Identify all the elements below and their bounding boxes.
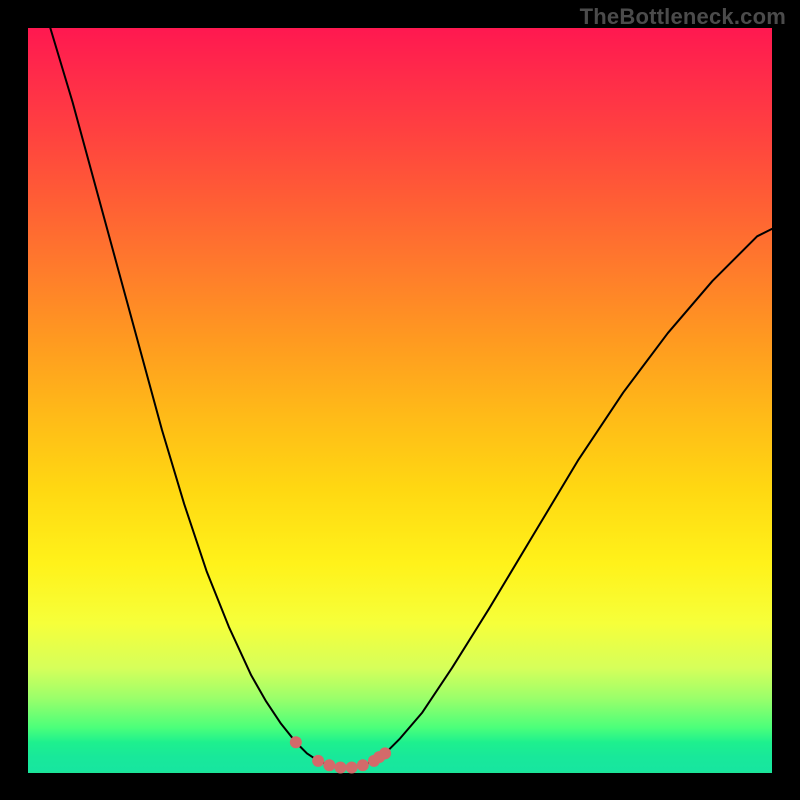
trough-markers: [290, 736, 391, 773]
marker-dot: [357, 759, 369, 771]
marker-dot: [346, 762, 358, 774]
marker-dot: [379, 747, 391, 759]
chart-frame: TheBottleneck.com: [0, 0, 800, 800]
marker-dot: [312, 755, 324, 767]
right-curve: [374, 229, 772, 761]
watermark-text: TheBottleneck.com: [580, 4, 786, 30]
plot-area: [28, 28, 772, 772]
marker-dot: [290, 736, 302, 748]
marker-dot: [323, 759, 335, 771]
left-curve: [50, 28, 318, 761]
curve-layer: [28, 28, 772, 772]
marker-dot: [334, 762, 346, 774]
